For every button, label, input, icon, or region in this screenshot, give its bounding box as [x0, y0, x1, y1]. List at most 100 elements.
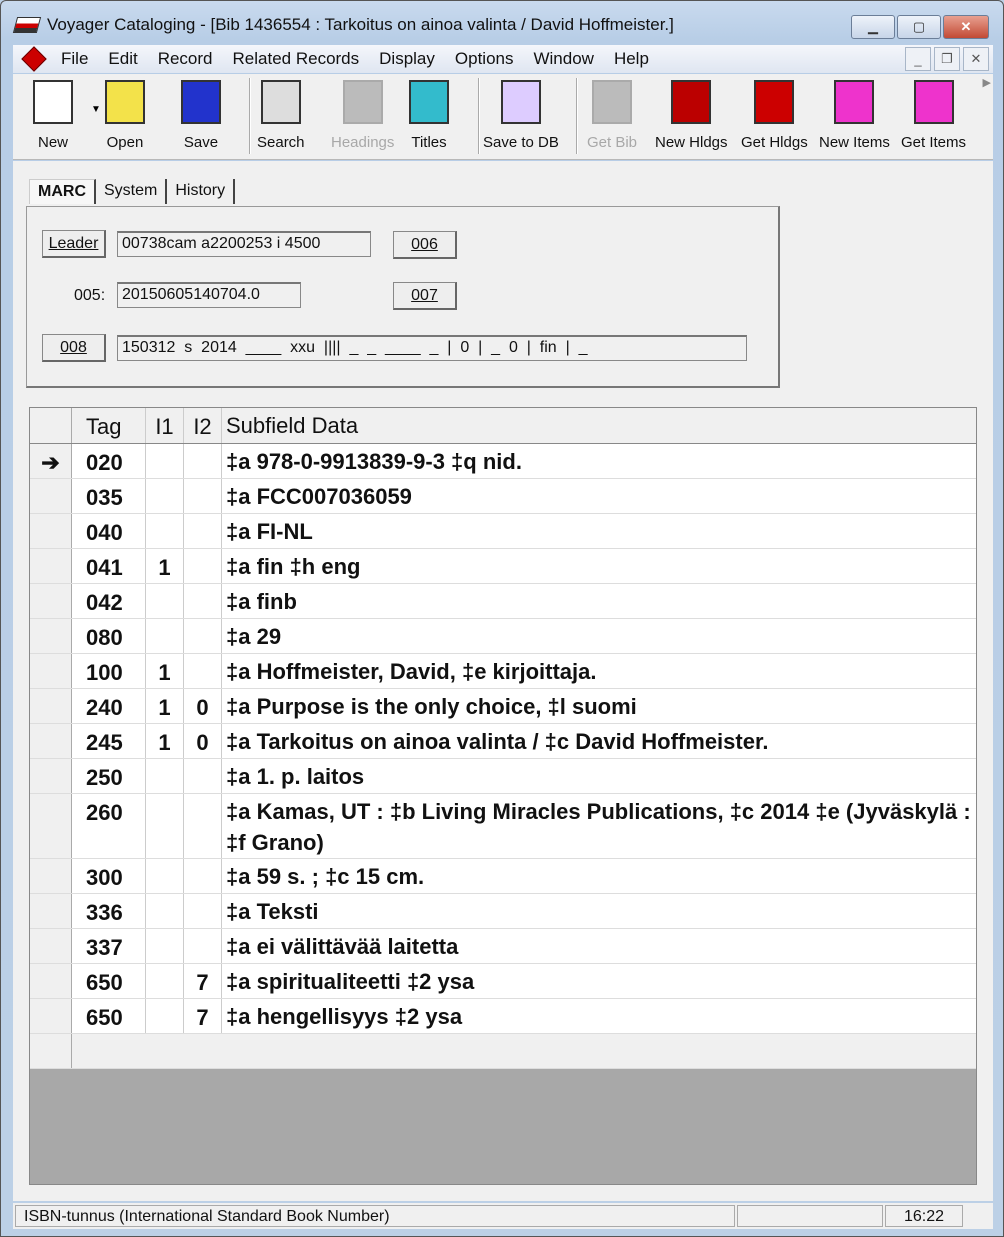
leader-field[interactable]: 00738cam a2200253 i 4500	[117, 231, 371, 257]
table-row[interactable]: 035 ‡a FCC007036059	[30, 479, 976, 514]
008-button[interactable]: 008	[42, 334, 106, 362]
cell-i1[interactable]: 1	[146, 689, 184, 723]
minimize-button[interactable]: ▁	[851, 15, 895, 39]
row-selector[interactable]	[30, 654, 72, 688]
new-button[interactable]: New	[33, 80, 73, 151]
cell-i2[interactable]: 7	[184, 964, 222, 998]
cell-subfield-data[interactable]: ‡a Purpose is the only choice, ‡l suomi	[222, 689, 976, 723]
get-bib-button[interactable]: Get Bib	[587, 80, 637, 151]
cell-subfield-data[interactable]: ‡a spiritualiteetti ‡2 ysa	[222, 964, 976, 998]
row-selector[interactable]	[30, 759, 72, 793]
save-to-db-button[interactable]: Save to DB	[483, 80, 559, 151]
table-row[interactable]: 650 7 ‡a spiritualiteetti ‡2 ysa	[30, 964, 976, 999]
cell-i1[interactable]	[146, 514, 184, 548]
table-row[interactable]: 041 1 ‡a fin ‡h eng	[30, 549, 976, 584]
tab-history[interactable]: History	[167, 179, 236, 204]
005-field[interactable]: 20150605140704.0	[117, 282, 301, 308]
cell-i2[interactable]: 7	[184, 999, 222, 1033]
cell-i2[interactable]	[184, 794, 222, 858]
leader-button[interactable]: Leader	[42, 230, 106, 258]
cell-tag[interactable]: 245	[72, 724, 146, 758]
new-items-button[interactable]: New Items	[819, 80, 890, 151]
cell-tag[interactable]: 250	[72, 759, 146, 793]
menu-edit[interactable]: Edit	[98, 49, 147, 69]
cell-subfield-data[interactable]: ‡a Tarkoitus on ainoa valinta / ‡c David…	[222, 724, 976, 758]
table-row[interactable]: 100 1 ‡a Hoffmeister, David, ‡e kirjoittaj…	[30, 654, 976, 689]
cell-subfield-data[interactable]: ‡a 1. p. laitos	[222, 759, 976, 793]
table-row[interactable]: 245 1 0 ‡a Tarkoitus on ainoa valinta / ‡c …	[30, 724, 976, 759]
menu-options[interactable]: Options	[445, 49, 524, 69]
cell-tag[interactable]: 020	[72, 444, 146, 478]
row-selector[interactable]	[30, 689, 72, 723]
cell-subfield-data[interactable]: ‡a Kamas, UT : ‡b Living Miracles Public…	[222, 794, 976, 858]
new-hldgs-button[interactable]: New Hldgs	[655, 80, 728, 151]
cell-i2[interactable]	[184, 444, 222, 478]
cell-subfield-data[interactable]: ‡a 59 s. ; ‡c 15 cm.	[222, 859, 976, 893]
cell-subfield-data[interactable]: ‡a Teksti	[222, 894, 976, 928]
tab-marc[interactable]: MARC	[29, 179, 96, 204]
row-selector[interactable]	[30, 859, 72, 893]
cell-tag[interactable]: 035	[72, 479, 146, 513]
dropdown-arrow-icon[interactable]: ▼	[91, 104, 101, 115]
table-row[interactable]: 250 ‡a 1. p. laitos	[30, 759, 976, 794]
mdi-minimize-button[interactable]: _	[905, 47, 931, 71]
cell-subfield-data[interactable]: ‡a FI-NL	[222, 514, 976, 548]
cell-i1[interactable]	[146, 999, 184, 1033]
cell-tag[interactable]: 336	[72, 894, 146, 928]
cell-i1[interactable]	[146, 444, 184, 478]
cell-i2[interactable]: 0	[184, 724, 222, 758]
table-row[interactable]: 300 ‡a 59 s. ; ‡c 15 cm.	[30, 859, 976, 894]
cell-tag[interactable]: 260	[72, 794, 146, 858]
cell-subfield-data[interactable]: ‡a hengellisyys ‡2 ysa	[222, 999, 976, 1033]
get-items-button[interactable]: Get Items	[901, 80, 966, 151]
header-subfield-data[interactable]: Subfield Data	[222, 408, 976, 443]
table-row[interactable]: 042 ‡a finb	[30, 584, 976, 619]
table-row[interactable]: ➔ 020 ‡a 978-0-9913839-9-3 ‡q nid.	[30, 444, 976, 479]
cell-i2[interactable]	[184, 479, 222, 513]
cell-subfield-data[interactable]: ‡a finb	[222, 584, 976, 618]
cell-i2[interactable]	[184, 514, 222, 548]
cell-i1[interactable]: 1	[146, 724, 184, 758]
cell-i2[interactable]	[184, 894, 222, 928]
row-selector[interactable]	[30, 1034, 72, 1068]
cell-i1[interactable]	[146, 964, 184, 998]
headings-button[interactable]: Headings	[331, 80, 394, 151]
tab-system[interactable]: System	[96, 179, 168, 204]
cell-subfield-data[interactable]: ‡a FCC007036059	[222, 479, 976, 513]
row-selector[interactable]	[30, 549, 72, 583]
cell-tag[interactable]: 650	[72, 999, 146, 1033]
007-button[interactable]: 007	[393, 282, 457, 310]
menu-help[interactable]: Help	[604, 49, 659, 69]
cell-i1[interactable]	[146, 859, 184, 893]
mdi-close-button[interactable]: ✕	[963, 47, 989, 71]
cell-i2[interactable]	[184, 859, 222, 893]
cell-i1[interactable]	[146, 929, 184, 963]
cell-i2[interactable]: 0	[184, 689, 222, 723]
header-tag[interactable]: Tag	[72, 408, 146, 443]
table-row[interactable]: 650 7 ‡a hengellisyys ‡2 ysa	[30, 999, 976, 1034]
menu-window[interactable]: Window	[523, 49, 603, 69]
row-selector[interactable]	[30, 999, 72, 1033]
menu-related-records[interactable]: Related Records	[223, 49, 370, 69]
document-icon[interactable]	[21, 46, 47, 72]
search-button[interactable]: Search	[257, 80, 305, 151]
cell-i2[interactable]	[184, 584, 222, 618]
row-selector[interactable]	[30, 514, 72, 548]
cell-subfield-data[interactable]: ‡a Hoffmeister, David, ‡e kirjoittaja.	[222, 654, 976, 688]
008-field[interactable]: 150312 s 2014 ____ xxu |||| _ _ ____ _ |…	[117, 335, 747, 361]
cell-tag[interactable]: 041	[72, 549, 146, 583]
cell-i2[interactable]	[184, 619, 222, 653]
cell-tag[interactable]: 337	[72, 929, 146, 963]
cell-i1[interactable]	[146, 894, 184, 928]
cell-i2[interactable]	[184, 654, 222, 688]
cell-tag[interactable]: 040	[72, 514, 146, 548]
titles-button[interactable]: Titles	[409, 80, 449, 151]
cell-i1[interactable]: 1	[146, 549, 184, 583]
cell-subfield-data[interactable]: ‡a ei välittävää laitetta	[222, 929, 976, 963]
cell-i1[interactable]: 1	[146, 654, 184, 688]
cell-tag[interactable]: 300	[72, 859, 146, 893]
cell-tag[interactable]: 080	[72, 619, 146, 653]
mdi-restore-button[interactable]: ❐	[934, 47, 960, 71]
menu-display[interactable]: Display	[369, 49, 445, 69]
menu-file[interactable]: File	[51, 49, 98, 69]
